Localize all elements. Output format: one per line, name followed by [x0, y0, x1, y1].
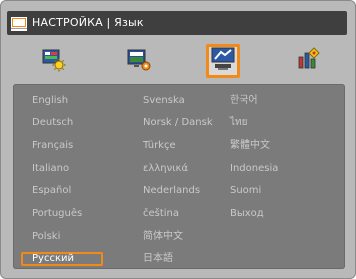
- language-option[interactable]: Italiano: [32, 162, 69, 176]
- language-option[interactable]: Español: [32, 184, 71, 198]
- language-option[interactable]: Norsk / Dansk: [143, 116, 213, 130]
- language-option[interactable]: 日本語: [143, 252, 173, 266]
- tab-setup[interactable]: [206, 44, 240, 78]
- language-option[interactable]: Français: [32, 139, 73, 153]
- language-option[interactable]: Suomi: [230, 184, 261, 198]
- exit-option[interactable]: Выход: [230, 207, 264, 221]
- language-option[interactable]: Svenska: [143, 94, 185, 108]
- tab-options[interactable]: [291, 44, 325, 78]
- language-option[interactable]: 简体中文: [143, 230, 183, 244]
- settings-menu-icon: [11, 16, 27, 31]
- language-list: English Deutsch Français Italiano Españo…: [13, 84, 345, 269]
- language-option-selected[interactable]: Русский: [32, 252, 74, 266]
- display-settings-icon: [125, 45, 153, 77]
- tab-image[interactable]: [37, 44, 71, 78]
- language-option[interactable]: Türkçe: [143, 139, 176, 153]
- page-title: НАСТРОЙКА | Язык: [32, 16, 144, 29]
- language-option[interactable]: ไทย: [230, 116, 247, 130]
- tab-display[interactable]: [122, 44, 156, 78]
- image-settings-icon: [40, 45, 68, 77]
- language-option[interactable]: 한국어: [230, 94, 258, 108]
- options-settings-icon: [294, 45, 322, 77]
- language-option[interactable]: Deutsch: [32, 116, 73, 130]
- language-option[interactable]: 繁體中文: [230, 139, 270, 153]
- language-option[interactable]: English: [32, 94, 68, 108]
- language-option[interactable]: Indonesia: [230, 162, 278, 176]
- language-option[interactable]: Nederlands: [143, 184, 200, 198]
- language-option[interactable]: čeština: [143, 207, 179, 221]
- language-option[interactable]: Português: [32, 207, 82, 221]
- setup-settings-icon: [209, 45, 237, 77]
- settings-tabs: [1, 35, 355, 81]
- language-option[interactable]: Polski: [32, 230, 60, 244]
- title-bar: НАСТРОЙКА | Язык: [7, 11, 347, 35]
- language-option[interactable]: ελληνικά: [143, 162, 188, 176]
- settings-window: НАСТРОЙКА | Язык English Deutsch Françai…: [0, 0, 356, 279]
